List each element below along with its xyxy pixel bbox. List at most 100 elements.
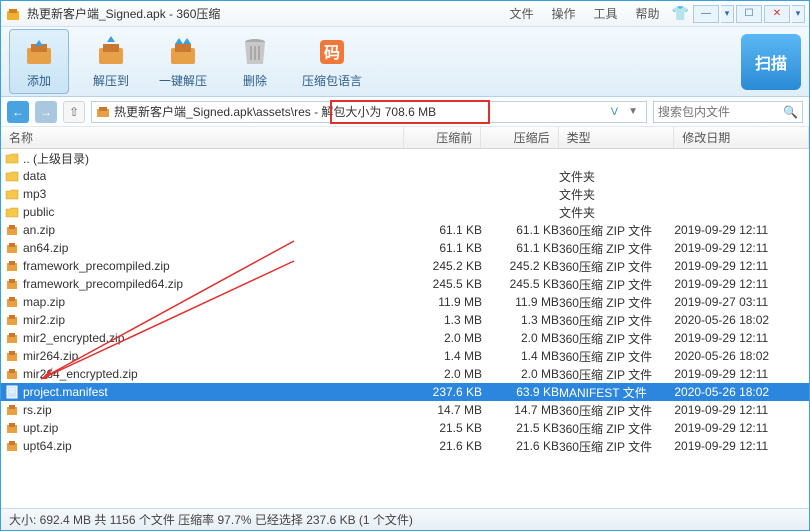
file-row[interactable]: an.zip61.1 KB61.1 KB360压缩 ZIP 文件2019-09-… — [1, 221, 809, 239]
zip-icon — [5, 277, 19, 291]
file-name: mp3 — [23, 187, 46, 201]
col-before[interactable]: 压缩前 — [404, 127, 481, 148]
search-box[interactable]: 🔍 — [653, 101, 803, 123]
size-after: 11.9 MB — [482, 295, 559, 309]
file-row[interactable]: .. (上级目录) — [1, 149, 809, 167]
file-name: data — [23, 169, 46, 183]
lang-button[interactable]: 码 压缩包语言 — [297, 30, 367, 93]
file-row[interactable]: an64.zip61.1 KB61.1 KB360压缩 ZIP 文件2019-0… — [1, 239, 809, 257]
size-after: 1.3 MB — [482, 313, 559, 327]
file-row[interactable]: rs.zip14.7 MB14.7 MB360压缩 ZIP 文件2019-09-… — [1, 401, 809, 419]
size-after: 245.2 KB — [482, 259, 559, 273]
file-row[interactable]: public文件夹 — [1, 203, 809, 221]
file-icon — [5, 385, 19, 399]
size-before: 245.5 KB — [405, 277, 482, 291]
add-button[interactable]: 添加 — [9, 29, 69, 94]
path-field[interactable]: 热更新客户端_Signed.apk\assets\res - 解包大小为 708… — [91, 101, 647, 123]
path-dropdown[interactable]: ▼ — [624, 106, 642, 117]
close-button[interactable]: ✕ — [764, 5, 790, 23]
file-type: 360压缩 ZIP 文件 — [559, 276, 674, 293]
search-input[interactable] — [658, 105, 779, 119]
window-title: 热更新客户端_Signed.apk - 360压缩 — [27, 5, 220, 22]
onekey-icon — [165, 34, 201, 70]
size-after: 245.5 KB — [482, 277, 559, 291]
folder-icon — [5, 187, 19, 201]
file-row[interactable]: mir264_encrypted.zip2.0 MB2.0 MB360压缩 ZI… — [1, 365, 809, 383]
size-before: 14.7 MB — [405, 403, 482, 417]
menubar: 文件 操作 工具 帮助 — [510, 5, 660, 22]
file-row[interactable]: project.manifest237.6 KB63.9 KBMANIFEST … — [1, 383, 809, 401]
zip-icon — [5, 223, 19, 237]
minimize-dropdown[interactable]: ▾ — [721, 5, 734, 23]
col-name[interactable]: 名称 — [1, 127, 404, 148]
file-name: mir264.zip — [23, 349, 78, 363]
delete-button[interactable]: 删除 — [225, 30, 285, 93]
app-icon — [5, 6, 21, 22]
zip-icon — [5, 331, 19, 345]
file-type: 文件夹 — [559, 168, 674, 185]
file-date: 2019-09-29 12:11 — [674, 241, 809, 255]
file-row[interactable]: mir2.zip1.3 MB1.3 MB360压缩 ZIP 文件2020-05-… — [1, 311, 809, 329]
col-date[interactable]: 修改日期 — [674, 127, 809, 148]
size-before: 2.0 MB — [405, 331, 482, 345]
file-list[interactable]: .. (上级目录) data 文件夹mp3文件夹public文件夹 an.zip 61.… — [1, 149, 809, 508]
file-row[interactable]: upt.zip21.5 KB21.5 KB360压缩 ZIP 文件2019-09… — [1, 419, 809, 437]
forward-button[interactable]: → — [35, 101, 57, 123]
size-after: 21.5 KB — [482, 421, 559, 435]
titlebar: 热更新客户端_Signed.apk - 360压缩 文件 操作 工具 帮助 👕 … — [1, 1, 809, 27]
onekey-label: 一键解压 — [159, 72, 207, 89]
menu-file[interactable]: 文件 — [510, 5, 534, 22]
file-row[interactable]: framework_precompiled.zip245.2 KB245.2 K… — [1, 257, 809, 275]
statusbar: 大小: 692.4 MB 共 1156 个文件 压缩率 97.7% 已经选择 2… — [1, 508, 809, 530]
file-date: 2019-09-29 12:11 — [674, 421, 809, 435]
skin-icon[interactable]: 👕 — [672, 5, 689, 22]
svg-text:码: 码 — [324, 44, 340, 62]
size-after: 63.9 KB — [482, 385, 559, 399]
lang-icon: 码 — [314, 34, 350, 70]
file-row[interactable]: mir264.zip1.4 MB1.4 MB360压缩 ZIP 文件2020-0… — [1, 347, 809, 365]
file-row[interactable]: map.zip11.9 MB11.9 MB360压缩 ZIP 文件2019-09… — [1, 293, 809, 311]
col-type[interactable]: 类型 — [559, 127, 675, 148]
extract-label: 解压到 — [93, 72, 129, 89]
file-row[interactable]: mir2_encrypted.zip2.0 MB2.0 MB360压缩 ZIP … — [1, 329, 809, 347]
up-button[interactable]: ⇧ — [63, 101, 85, 123]
status-text: 大小: 692.4 MB 共 1156 个文件 压缩率 97.7% 已经选择 2… — [9, 511, 413, 528]
file-name: rs.zip — [23, 403, 52, 417]
search-icon: 🔍 — [783, 105, 798, 119]
file-date: 2019-09-29 12:11 — [674, 259, 809, 273]
onekey-button[interactable]: 一键解压 — [153, 30, 213, 93]
size-before: 237.6 KB — [405, 385, 482, 399]
file-row[interactable]: data 文件夹 — [1, 167, 809, 185]
menu-help[interactable]: 帮助 — [636, 5, 660, 22]
file-name: mir2.zip — [23, 313, 65, 327]
close-dropdown[interactable]: ▾ — [792, 5, 805, 23]
folder-icon — [5, 205, 19, 219]
file-row[interactable]: mp3文件夹 — [1, 185, 809, 203]
menu-operate[interactable]: 操作 — [552, 5, 576, 22]
file-name: map.zip — [23, 295, 65, 309]
main-window: 热更新客户端_Signed.apk - 360压缩 文件 操作 工具 帮助 👕 … — [0, 0, 810, 531]
file-name: an64.zip — [23, 241, 68, 255]
extract-button[interactable]: 解压到 — [81, 30, 141, 93]
size-after: 61.1 KB — [482, 223, 559, 237]
file-date: 2019-09-29 12:11 — [674, 403, 809, 417]
size-after: 2.0 MB — [482, 367, 559, 381]
delete-label: 删除 — [243, 72, 267, 89]
maximize-button[interactable]: ☐ — [736, 5, 762, 23]
back-button[interactable]: ← — [7, 101, 29, 123]
file-date: 2019-09-29 12:11 — [674, 331, 809, 345]
size-before: 11.9 MB — [405, 295, 482, 309]
menu-tools[interactable]: 工具 — [594, 5, 618, 22]
file-name: .. (上级目录) — [23, 150, 89, 167]
scan-button[interactable]: 扫描 — [741, 34, 801, 90]
path-dropdown-v[interactable]: V — [605, 106, 624, 118]
file-type: 360压缩 ZIP 文件 — [559, 348, 674, 365]
file-row[interactable]: upt64.zip21.6 KB21.6 KB360压缩 ZIP 文件2019-… — [1, 437, 809, 455]
minimize-button[interactable]: — — [693, 5, 719, 23]
file-name: an.zip — [23, 223, 55, 237]
size-after: 21.6 KB — [482, 439, 559, 453]
file-type: 360压缩 ZIP 文件 — [559, 240, 674, 257]
file-row[interactable]: framework_precompiled64.zip245.5 KB245.5… — [1, 275, 809, 293]
col-after[interactable]: 压缩后 — [481, 127, 558, 148]
size-before: 2.0 MB — [405, 367, 482, 381]
